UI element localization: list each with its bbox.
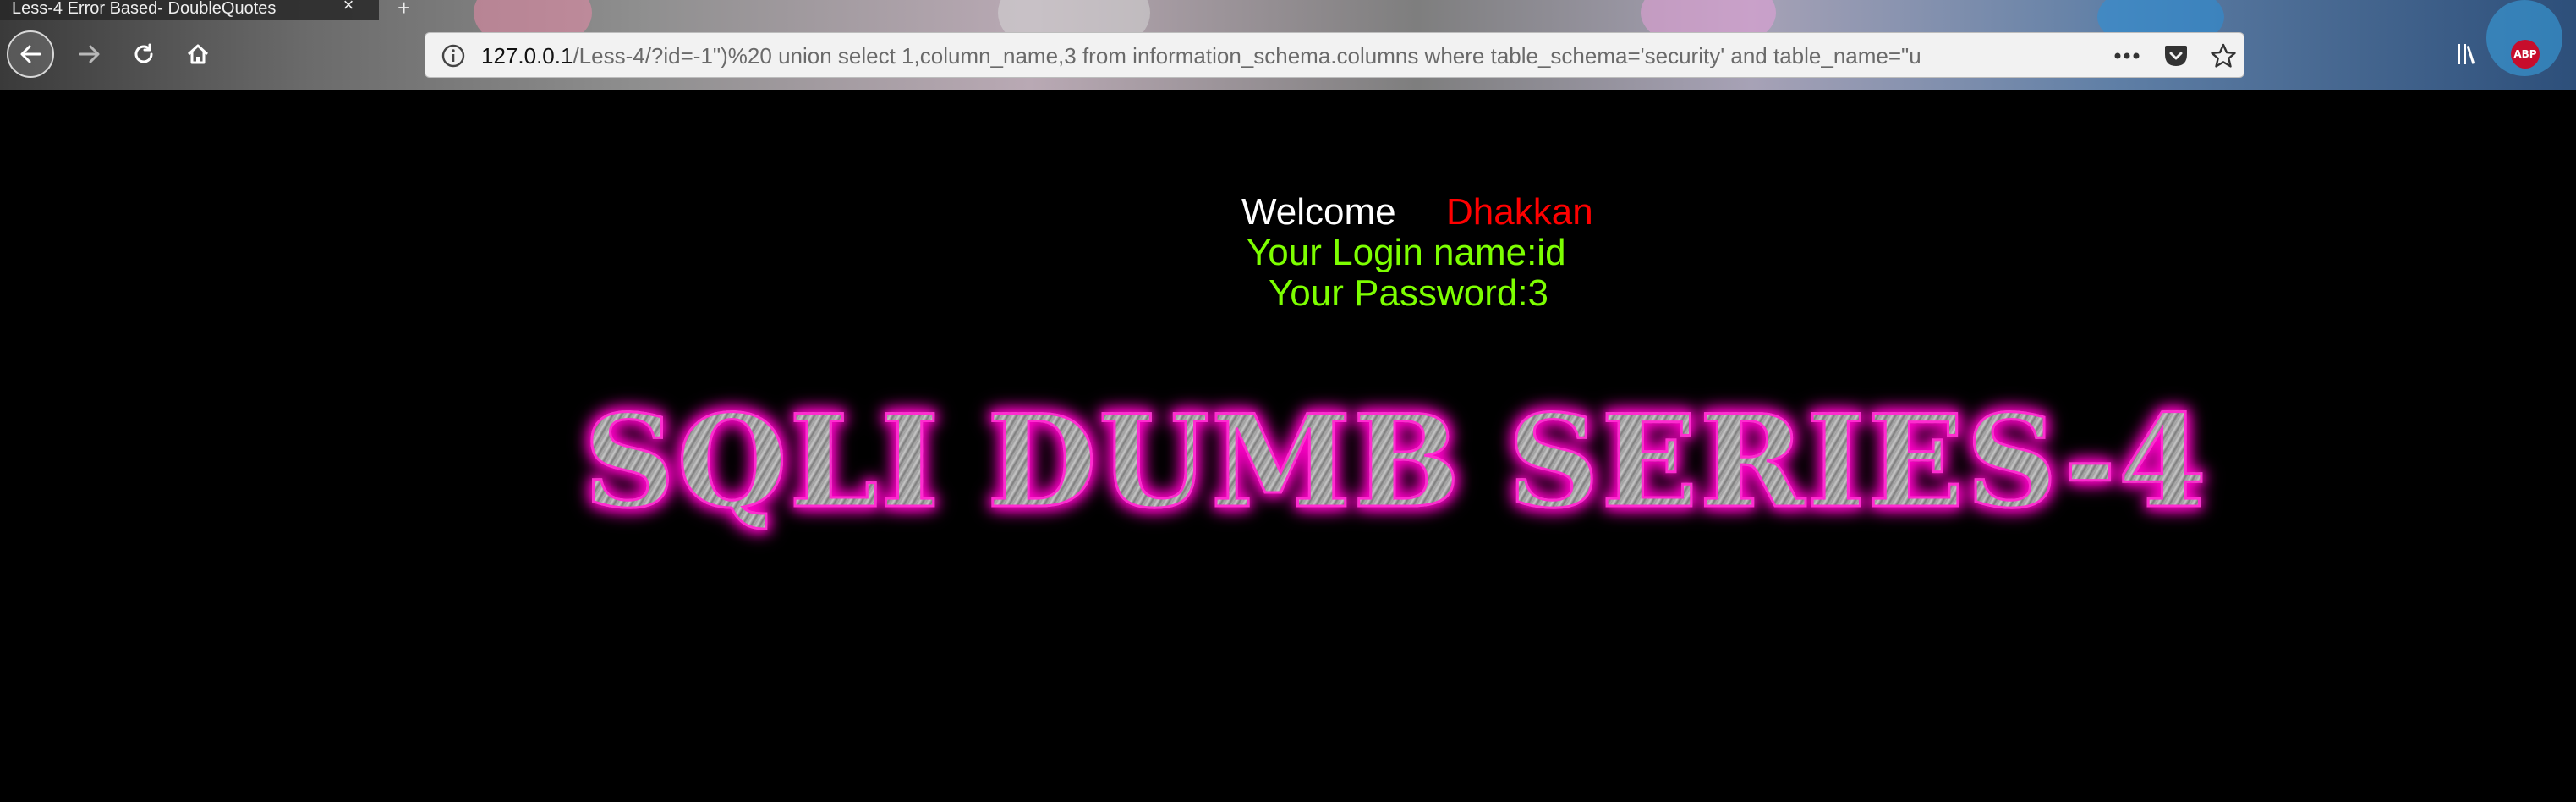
pocket-icon	[2165, 46, 2187, 66]
reload-icon	[134, 43, 153, 63]
home-icon	[187, 44, 209, 64]
bookmark-button[interactable]	[2210, 42, 2237, 69]
more-actions-icon	[2114, 52, 2140, 59]
home-button[interactable]	[174, 30, 222, 78]
adblock-plus-icon: ABP	[2511, 40, 2540, 69]
login-name-output: Your Login name:id	[1247, 232, 1566, 273]
back-arrow-icon	[20, 45, 41, 63]
forward-arrow-icon	[79, 45, 100, 63]
banner-title: SQLI DUMB SERIES-4	[583, 393, 2258, 531]
library-button[interactable]	[2453, 37, 2486, 71]
browser-tab[interactable]: Less-4 Error Based- DoubleQuotes ×	[0, 0, 379, 20]
bookmark-star-icon	[2211, 43, 2236, 68]
info-icon[interactable]	[441, 43, 466, 69]
page-actions-button[interactable]	[2113, 42, 2140, 69]
user-name: Dhakkan	[1446, 191, 1593, 233]
url-host: 127.0.0.1	[481, 44, 573, 68]
url-text[interactable]: 127.0.0.1/Less-4/?id=-1")%20 union selec…	[481, 44, 2080, 68]
url-fade	[2015, 33, 2091, 77]
browser-toolbar: Less-4 Error Based- DoubleQuotes × + 127…	[0, 0, 2576, 90]
tab-close-icon[interactable]: ×	[338, 0, 359, 17]
tab-strip: Less-4 Error Based- DoubleQuotes × +	[0, 0, 2576, 20]
address-bar[interactable]: 127.0.0.1/Less-4/?id=-1")%20 union selec…	[425, 32, 2244, 78]
page-content: Welcome Dhakkan Your Login name:id Your …	[0, 90, 2576, 802]
url-path: /Less-4/?id=-1")%20 union select 1,colum…	[573, 44, 1921, 68]
new-tab-button[interactable]: +	[397, 0, 410, 21]
welcome-label: Welcome	[1241, 191, 1396, 233]
password-output: Your Password:3	[1269, 272, 1549, 314]
forward-button[interactable]	[66, 30, 113, 78]
reload-button[interactable]	[120, 30, 167, 78]
library-icon	[2458, 44, 2475, 64]
adblock-button[interactable]: ABP	[2508, 37, 2542, 71]
tab-title: Less-4 Error Based- DoubleQuotes	[12, 0, 277, 18]
pocket-button[interactable]	[2162, 42, 2190, 69]
back-button[interactable]	[7, 30, 54, 78]
